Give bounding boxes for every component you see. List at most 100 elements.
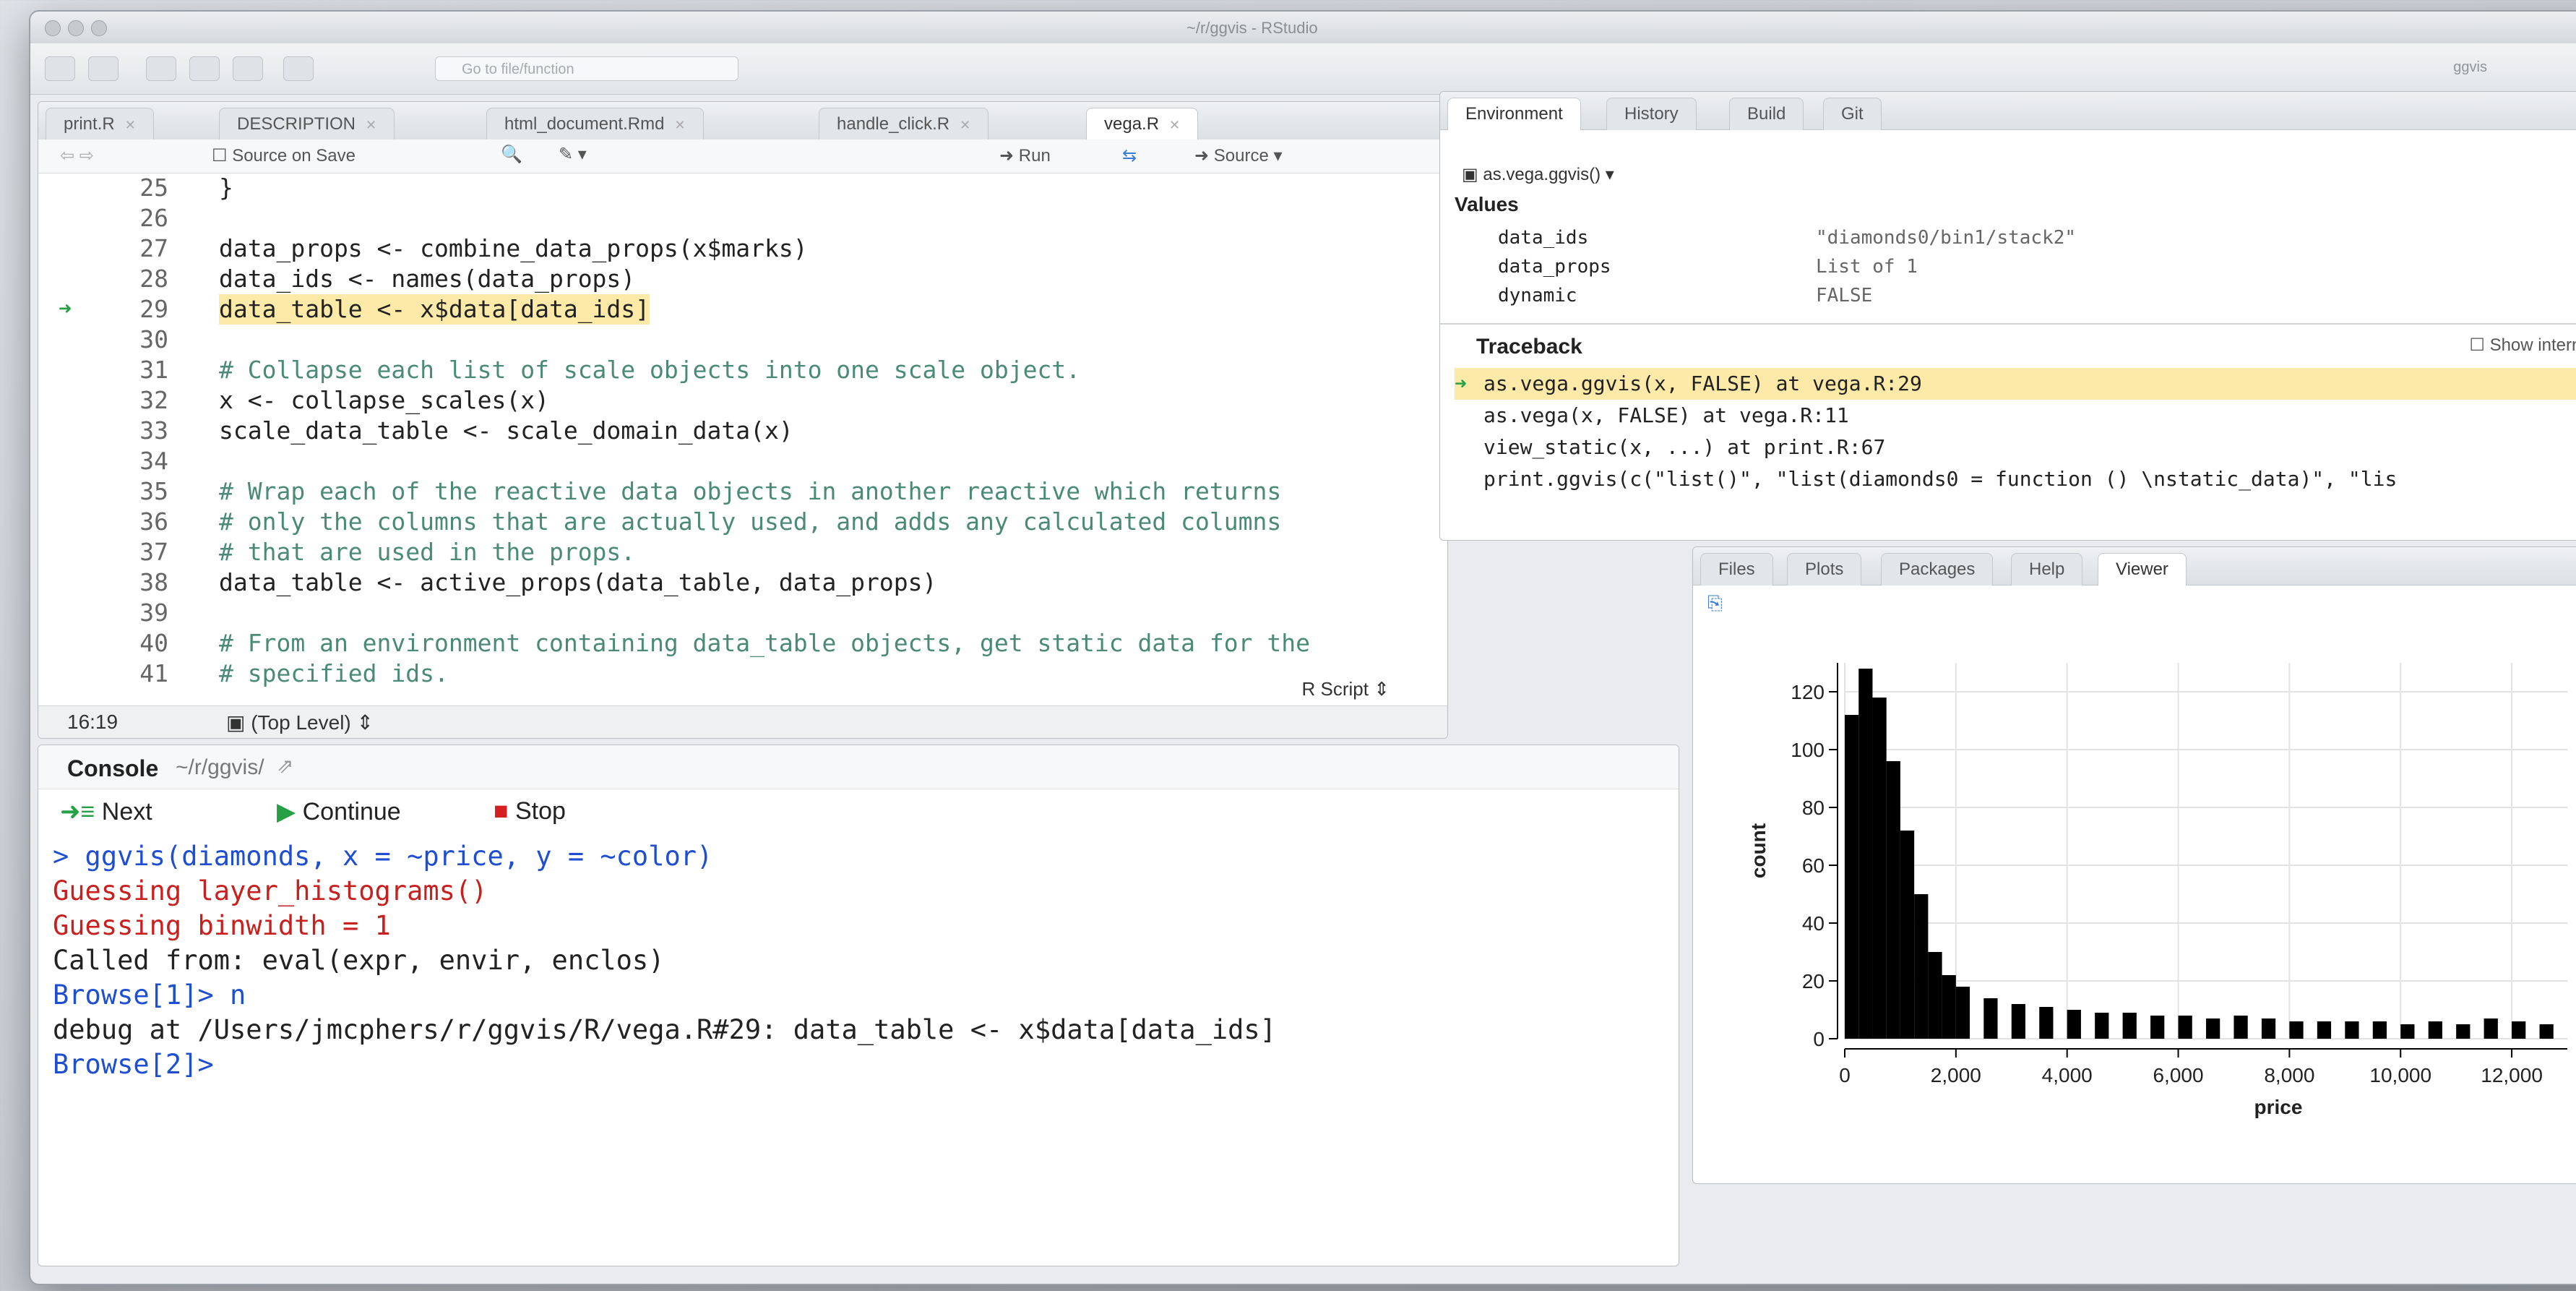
minimize-window-button[interactable] [68,20,84,36]
line-number[interactable]: 41 [89,659,168,689]
close-tab-icon[interactable]: ✕ [674,118,685,132]
run-button[interactable]: ➜ Run [999,145,1051,166]
line-number[interactable]: 26 [89,203,168,233]
continue-button[interactable]: ▶ Continue [277,797,401,826]
traceback-text: as.vega.ggvis(x, FALSE) at vega.R:29 [1483,372,1922,395]
histogram-bar [2095,1013,2109,1039]
console-output[interactable]: > ggvis(diamonds, x = ~price, y = ~color… [53,839,1671,1082]
traceback-frame[interactable]: ➜ as.vega.ggvis(x, FALSE) at vega.R:29 [1455,368,2576,400]
traceback-frame[interactable]: as.vega(x, FALSE) at vega.R:11 [1455,400,2576,432]
export-icon[interactable]: ⎘ [1707,592,1723,615]
go-to-directory-icon[interactable]: ⇗ [277,754,293,778]
rerun-icon[interactable]: ⇆ [1122,145,1137,166]
filetype-label: R Script [1301,678,1369,700]
close-tab-icon[interactable]: ✕ [1169,118,1180,132]
stop-button[interactable]: ■ Stop [494,797,566,825]
code-line: 33 scale_data_table <- scale_domain_data(… [38,416,1447,446]
line-number[interactable]: 25 [89,173,168,203]
tab-html-document[interactable]: html_document.Rmd ✕ [486,108,704,140]
save-icon[interactable] [189,56,220,81]
line-number[interactable]: 34 [89,446,168,476]
traceback-frame[interactable]: view_static(x, ...) at print.R:67 [1455,432,2576,463]
code-line: 25} [38,173,1447,203]
console-path: ~/r/ggvis/ [176,755,264,779]
tab-environment[interactable]: Environment [1447,98,1581,130]
search-icon[interactable]: 🔍 [501,144,522,165]
window-title: ~/r/ggvis - RStudio [1186,19,1318,37]
continue-icon: ▶ [277,798,296,825]
line-number[interactable]: 31 [89,355,168,385]
new-project-icon[interactable] [88,56,119,81]
close-tab-icon[interactable]: ✕ [125,118,136,132]
console-line: Guessing binwidth = 1 [53,910,391,941]
line-number[interactable]: 38 [89,567,168,598]
line-number[interactable]: 40 [89,628,168,659]
new-file-icon[interactable] [45,56,75,81]
value-name: data_props [1498,256,1611,278]
tab-files[interactable]: Files [1700,553,1773,586]
code-line: 32 x <- collapse_scales(x) [38,385,1447,416]
close-tab-icon[interactable]: ✕ [960,118,970,132]
tab-packages[interactable]: Packages [1881,553,1994,586]
code-text: data_table <- x$data[data_ids] [219,294,650,325]
tab-help[interactable]: Help [2011,553,2083,586]
tab-plots[interactable]: Plots [1787,553,1862,586]
filetype-select[interactable]: R Script ⇕ [1302,678,1390,700]
open-file-icon[interactable] [146,56,176,81]
line-number[interactable]: 29 [89,294,168,325]
scope-selector[interactable]: ▣ (Top Level) ⇕ [226,711,374,734]
code-line: 41 # specified ids. [38,659,1447,689]
close-window-button[interactable] [45,20,61,36]
code-text: scale_data_table <- scale_domain_data(x) [219,416,793,445]
line-number[interactable]: 35 [89,476,168,507]
value-row[interactable]: dynamic FALSE [1469,281,2576,310]
line-number[interactable]: 30 [89,325,168,355]
tab-handle-click[interactable]: handle_click.R ✕ [819,108,989,140]
tab-description[interactable]: DESCRIPTION ✕ [219,108,395,140]
project-menu[interactable]: ggvis [2453,59,2487,76]
continue-label: Continue [302,798,401,825]
tab-viewer[interactable]: Viewer [2098,553,2187,586]
wand-icon[interactable]: ✎ ▾ [559,144,587,165]
print-icon[interactable] [283,56,314,81]
source-on-save-checkbox[interactable]: ☐ Source on Save [212,145,356,166]
line-number[interactable]: 33 [89,416,168,446]
save-all-icon[interactable] [233,56,263,81]
zoom-window-button[interactable] [91,20,107,36]
tab-history[interactable]: History [1606,98,1697,130]
tab-git[interactable]: Git [1823,98,1882,130]
goto-file-input[interactable]: Go to file/function [435,56,738,81]
code-line: 40 # From an environment containing data_… [38,628,1447,659]
line-number[interactable]: 28 [89,264,168,294]
value-content: List of 1 [1816,256,1918,278]
close-tab-icon[interactable]: ✕ [366,118,376,132]
traceback-frame[interactable]: print.ggvis(c("list()", "list(diamonds0 … [1455,463,2576,495]
code-line: 30 [38,325,1447,355]
frame-label: as.vega.ggvis() [1483,165,1601,184]
line-number[interactable]: 27 [89,233,168,264]
back-arrow-icon[interactable]: ⇦ ⇨ [60,145,94,166]
line-number[interactable]: 37 [89,537,168,567]
source-button[interactable]: ➜ Source ▾ [1194,145,1283,166]
traceback-heading: Traceback [1476,335,1582,359]
code-line: 36 # only the columns that are actually u… [38,507,1447,537]
tab-build[interactable]: Build [1729,98,1804,130]
tab-vega-r[interactable]: vega.R ✕ [1086,108,1199,140]
line-number[interactable]: 32 [89,385,168,416]
current-frame-arrow-icon: ➜ [1455,372,1467,395]
line-number[interactable]: 39 [89,598,168,628]
show-internals-checkbox[interactable]: ☐ Show internals [2469,335,2576,356]
histogram-bar [1845,715,1859,1039]
line-number[interactable]: 36 [89,507,168,537]
next-button[interactable]: ➜≡ Next [60,797,152,826]
traceback-text: view_static(x, ...) at print.R:67 [1483,435,1886,459]
value-row[interactable]: data_props List of 1 [1469,252,2576,281]
code-editor[interactable]: 25} 26 27 data_props <- combine_data_props(… [38,173,1447,706]
frame-selector[interactable]: ▣ as.vega.ggvis() ▾ [1462,164,1614,185]
viewer-tabbar: Files Plots Packages Help Viewer [1693,547,2576,586]
rstudio-window: ~/r/ggvis - RStudio Go to file/function … [29,10,2576,1285]
tab-print-r[interactable]: print.R ✕ [46,108,154,140]
console-title: Console [67,755,159,781]
histogram-bar [1872,698,1887,1039]
value-row[interactable]: data_ids "diamonds0/bin1/stack2" [1469,223,2576,252]
